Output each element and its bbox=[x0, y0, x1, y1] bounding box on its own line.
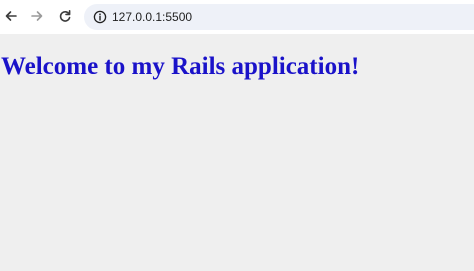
page-heading: Welcome to my Rails application! bbox=[1, 53, 360, 80]
arrow-left-icon bbox=[5, 11, 17, 21]
site-info-button[interactable] bbox=[92, 9, 108, 25]
arrow-right-icon bbox=[31, 11, 43, 21]
address-bar[interactable]: 127.0.0.1:5500 bbox=[84, 4, 474, 30]
browser-toolbar: 127.0.0.1:5500 bbox=[0, 0, 474, 34]
url-text[interactable]: 127.0.0.1:5500 bbox=[112, 4, 192, 30]
page-viewport: Welcome to my Rails application! bbox=[0, 34, 474, 271]
forward-button[interactable] bbox=[26, 5, 48, 27]
reload-icon bbox=[59, 10, 71, 22]
back-button[interactable] bbox=[0, 5, 22, 27]
browser-window: 127.0.0.1:5500 Welcome to my Rails appli… bbox=[0, 0, 474, 271]
info-circle-icon bbox=[93, 10, 107, 24]
reload-button[interactable] bbox=[54, 5, 76, 27]
